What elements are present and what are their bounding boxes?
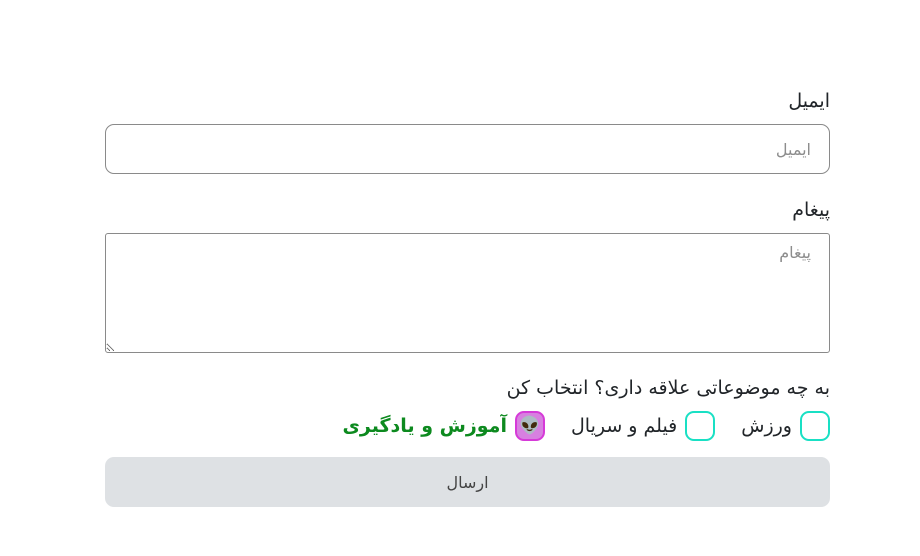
education-checkbox[interactable]: 👽	[514, 411, 545, 441]
topics-checkbox-group: ورزش فیلم و سریال 👽 آموزش و یادگیری	[105, 409, 830, 443]
email-label: ایمیل	[788, 90, 830, 112]
email-field[interactable]	[105, 124, 830, 174]
message-textarea[interactable]	[105, 233, 830, 353]
topic-option-education[interactable]: 👽 آموزش و یادگیری	[343, 411, 545, 441]
topic-option-sports[interactable]: ورزش	[741, 411, 830, 441]
topic-option-movies[interactable]: فیلم و سریال	[570, 411, 716, 441]
movies-label: فیلم و سریال	[570, 415, 678, 437]
topics-question: به چه موضوعاتی علاقه داری؟ انتخاب کن	[506, 377, 830, 399]
alien-emoji-icon: 👽	[519, 415, 541, 436]
movies-checkbox[interactable]	[685, 411, 716, 441]
education-label: آموزش و یادگیری	[342, 415, 507, 437]
message-label: پیغام	[792, 199, 830, 221]
contact-form: ایمیل پیغام به چه موضوعاتی علاقه داری؟ ا…	[105, 86, 830, 507]
sports-label: ورزش	[741, 415, 792, 437]
submit-button[interactable]: ارسال	[105, 457, 830, 507]
sports-checkbox[interactable]	[800, 411, 830, 441]
